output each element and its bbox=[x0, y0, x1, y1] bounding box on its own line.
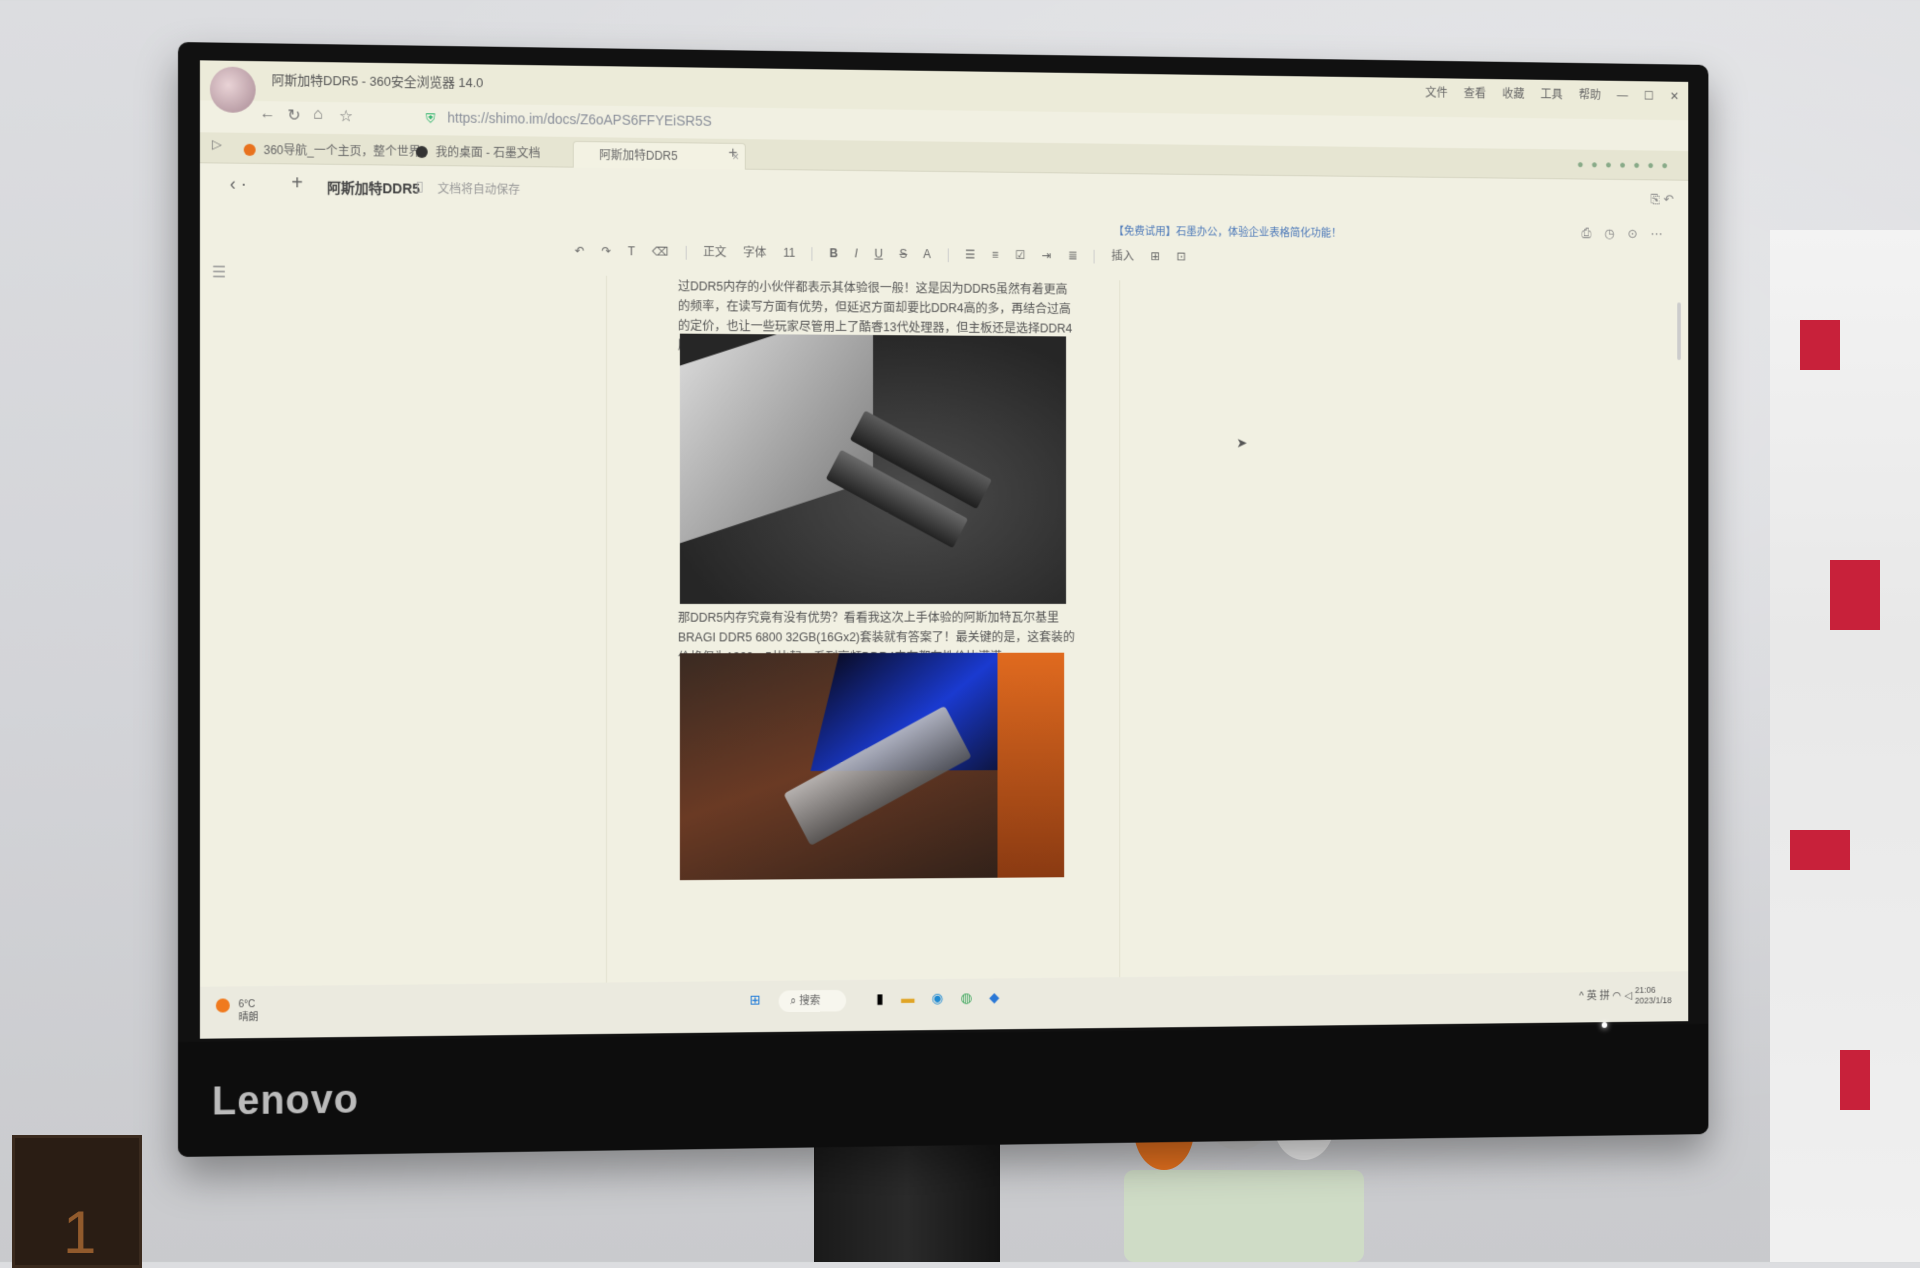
paragraph-style-select[interactable]: 正文 bbox=[703, 245, 726, 259]
doc-new-icon[interactable]: + bbox=[291, 172, 303, 195]
ram-motherboard-photo[interactable] bbox=[679, 333, 1067, 604]
back-icon[interactable]: ← bbox=[260, 105, 276, 123]
minimize-icon[interactable]: — bbox=[1617, 89, 1628, 103]
clock-digit: 1 bbox=[63, 1199, 97, 1266]
window-menu: 文件 查看 收藏 工具 帮助 — ☐ ✕ bbox=[1412, 84, 1679, 104]
weather-temp: 6°C bbox=[238, 999, 256, 1011]
power-indicator bbox=[1601, 1022, 1608, 1028]
close-icon[interactable]: ✕ bbox=[1670, 89, 1679, 103]
secure-shield-icon: ⛨ bbox=[425, 110, 436, 126]
format-painter-icon[interactable]: T bbox=[628, 244, 635, 258]
weather-icon bbox=[215, 998, 230, 1013]
360-icon bbox=[243, 143, 256, 156]
app-icon[interactable]: ◆ bbox=[989, 989, 999, 1005]
outline-icon[interactable]: ☰ bbox=[212, 262, 226, 282]
monitor: 阿斯加特DDR5 - 360安全浏览器 14.0 文件 查看 收藏 工具 帮助 … bbox=[178, 42, 1709, 1157]
indent-icon[interactable]: ⇥ bbox=[1042, 248, 1052, 262]
sidebar-toggle-icon[interactable]: ▷ bbox=[212, 136, 222, 152]
menu-file[interactable]: 文件 bbox=[1425, 86, 1447, 100]
font-select[interactable]: 字体 bbox=[743, 245, 766, 259]
doc-title[interactable]: 阿斯加特DDR5 bbox=[327, 178, 420, 199]
doc-history-icon[interactable]: ⎘ ↶ bbox=[1651, 192, 1674, 208]
list-icon[interactable]: ☰ bbox=[965, 248, 975, 262]
strike-button[interactable]: S bbox=[899, 247, 907, 261]
text-color-button[interactable]: A bbox=[923, 247, 931, 261]
360-browser-icon[interactable]: ◍ bbox=[960, 989, 972, 1005]
document-page: 过DDR5内存的小伙伴都表示其体验很一般！这是因为DDR5虽然有着更高的频率，在… bbox=[678, 276, 1079, 1033]
clear-format-icon[interactable]: ⌫ bbox=[652, 245, 668, 259]
doc-back-icon[interactable]: ‹ · bbox=[230, 174, 247, 195]
screen: 阿斯加特DDR5 - 360安全浏览器 14.0 文件 查看 收藏 工具 帮助 … bbox=[199, 60, 1689, 1039]
bullet-list-icon[interactable]: ≡ bbox=[992, 248, 999, 262]
motherboard-shape bbox=[679, 333, 874, 544]
bookmark-icon[interactable]: ▯ bbox=[416, 178, 424, 195]
page-margin-left bbox=[605, 275, 607, 1034]
home-icon[interactable]: ⌂ bbox=[313, 106, 323, 124]
redo-icon[interactable]: ↷ bbox=[601, 244, 611, 258]
clock-date[interactable]: 2023/1/18 bbox=[1635, 995, 1672, 1005]
gundam-figure bbox=[1770, 230, 1920, 1262]
extension-icons[interactable]: ●●●●●●● bbox=[1577, 157, 1675, 172]
undo-icon[interactable]: ↶ bbox=[575, 244, 585, 258]
volume-icon[interactable]: ◁ bbox=[1624, 990, 1632, 1002]
nixie-clock: 1 bbox=[12, 1135, 142, 1268]
underline-button[interactable]: U bbox=[874, 247, 882, 261]
checkbox-icon[interactable]: ☑ bbox=[1015, 248, 1025, 262]
format-toolbar: ↶ ↷ T ⌫ 正文 字体 11 B I U S A ☰ ≡ ☑ ⇥ ≣ 插入 … bbox=[575, 242, 1199, 277]
weather-desc: 晴朗 bbox=[238, 1012, 259, 1024]
taskbar-apps: ⊞ ⌕ 搜索 ▮ ▬ ◉ ◍ ◆ bbox=[750, 988, 1013, 1013]
edge-icon[interactable]: ◉ bbox=[932, 990, 944, 1006]
align-icon[interactable]: ≣ bbox=[1068, 249, 1078, 263]
task-view-icon[interactable]: ▮ bbox=[876, 990, 883, 1006]
promo-link[interactable]: 【免费试用】石墨办公，体验企业表格简化功能！ bbox=[1114, 223, 1342, 241]
mouse-cursor-icon: ➤ bbox=[1236, 434, 1248, 451]
maximize-icon[interactable]: ☐ bbox=[1644, 89, 1654, 103]
menu-favorites[interactable]: 收藏 bbox=[1502, 87, 1524, 101]
clock-time[interactable]: 21:06 bbox=[1635, 985, 1656, 995]
new-tab-button[interactable]: + bbox=[728, 145, 737, 163]
ram-laptop-photo[interactable] bbox=[679, 652, 1065, 881]
italic-button[interactable]: I bbox=[855, 247, 858, 261]
tab-shimo-desktop[interactable]: 我的桌面 - 石墨文档 × bbox=[410, 139, 592, 167]
lenovo-logo: Lenovo bbox=[211, 1077, 359, 1124]
user-avatar[interactable] bbox=[209, 66, 256, 114]
tray-expand-icon[interactable]: ^ bbox=[1579, 991, 1584, 1003]
insert-menu[interactable]: 插入 bbox=[1111, 249, 1134, 263]
file-explorer-icon[interactable]: ▬ bbox=[901, 990, 914, 1006]
menu-help[interactable]: 帮助 bbox=[1579, 88, 1601, 102]
font-size-select[interactable]: 11 bbox=[783, 246, 795, 260]
url-field[interactable]: https://shimo.im/docs/Z6oAPS6FFYEiSR5S bbox=[447, 110, 711, 129]
monitor-bezel: Lenovo bbox=[178, 1023, 1709, 1157]
system-tray: ^ 英 拼 ◠ ◁ 21:06 2023/1/18 bbox=[1579, 985, 1672, 1007]
search-button[interactable]: ⌕ 搜索 bbox=[778, 989, 846, 1013]
star-icon[interactable]: ☆ bbox=[339, 106, 353, 126]
doc-action-icons[interactable]: ⎙◷⊙⋯ bbox=[1582, 226, 1676, 242]
refresh-icon[interactable]: ↻ bbox=[287, 105, 300, 125]
comment-icon[interactable]: ⊡ bbox=[1176, 250, 1186, 264]
scrollbar[interactable] bbox=[1677, 302, 1681, 361]
tab-360-nav[interactable]: 360导航_一个主页，整个世界 × bbox=[238, 137, 432, 165]
page-margin-right bbox=[1119, 280, 1121, 1028]
shimo-icon bbox=[415, 145, 428, 158]
table-icon[interactable]: ⊞ bbox=[1150, 249, 1160, 263]
weather-widget[interactable]: 6°C 晴朗 bbox=[215, 998, 259, 1024]
bold-button[interactable]: B bbox=[830, 246, 838, 260]
start-icon[interactable]: ⊞ bbox=[750, 992, 761, 1008]
save-status: 文档将自动保存 bbox=[437, 181, 520, 197]
orange-cloth bbox=[997, 652, 1065, 878]
ime-indicator[interactable]: 英 bbox=[1587, 990, 1597, 1002]
menu-tools[interactable]: 工具 bbox=[1540, 87, 1562, 101]
window-title: 阿斯加特DDR5 - 360安全浏览器 14.0 bbox=[271, 72, 484, 91]
tab-asgard-ddr5[interactable]: 阿斯加特DDR5 × bbox=[572, 140, 746, 170]
wifi-icon[interactable]: ◠ bbox=[1613, 990, 1622, 1002]
menu-view[interactable]: 查看 bbox=[1464, 86, 1486, 100]
ime-mode[interactable]: 拼 bbox=[1600, 990, 1610, 1002]
